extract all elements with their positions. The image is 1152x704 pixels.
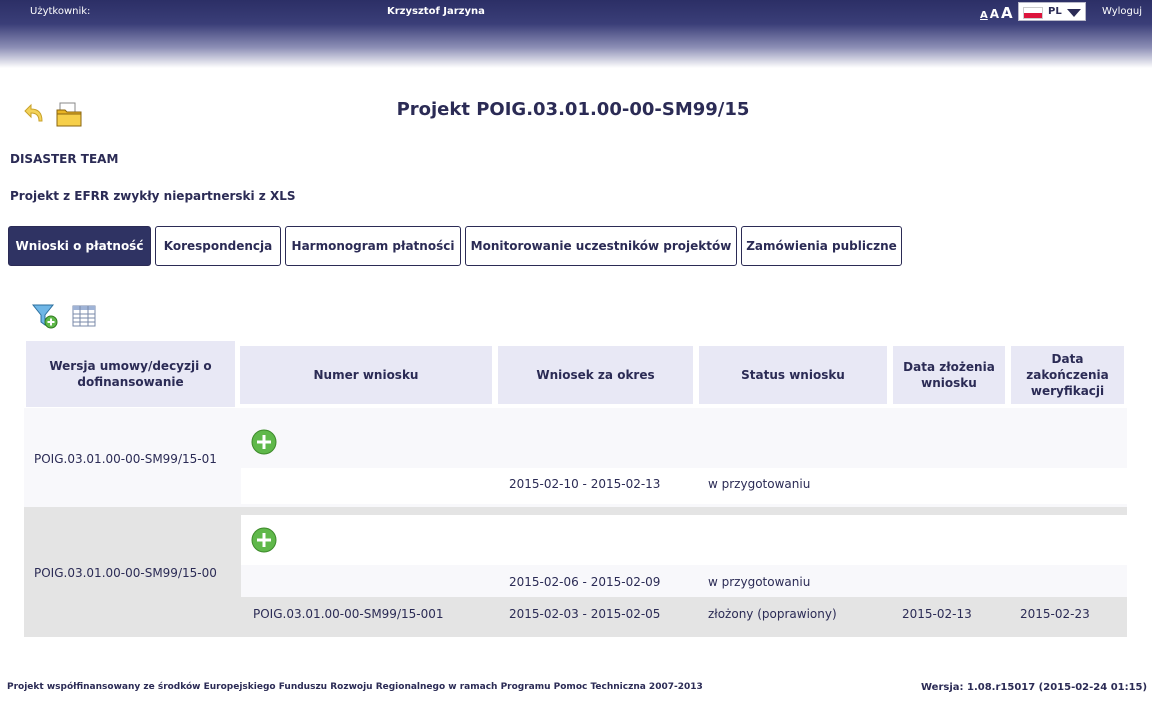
tab-payment-requests[interactable]: Wnioski o płatność (8, 226, 151, 266)
row-period: 2015-02-10 - 2015-02-13 (509, 477, 661, 491)
font-size-switcher: AAA (980, 3, 1015, 22)
table-row (241, 565, 1127, 597)
language-value: PL (1048, 6, 1062, 17)
language-select[interactable]: PL (1018, 2, 1086, 21)
filter-add-icon[interactable] (32, 303, 58, 329)
poland-flag-icon (1023, 7, 1043, 19)
tab-correspondence[interactable]: Korespondencja (155, 226, 281, 266)
column-header-period: Wniosek za okres (498, 346, 693, 404)
group-version: POIG.03.01.00-00-SM99/15-01 (34, 452, 217, 466)
plus-circle-icon[interactable] (251, 429, 277, 455)
table-columns-icon[interactable] (72, 305, 96, 327)
column-header-version: Wersja umowy/decyzji o dofinansowanie (26, 341, 235, 407)
tab-public-procurement[interactable]: Zamówienia publiczne (741, 226, 902, 266)
chevron-down-icon (1067, 9, 1081, 17)
row-number-link[interactable]: POIG.03.01.00-00-SM99/15-001 (253, 607, 444, 621)
font-size-small-button[interactable]: A (980, 10, 988, 21)
column-header-submitted: Data złożenia wniosku (893, 346, 1005, 404)
table-row (241, 468, 1127, 504)
tab-payment-schedule[interactable]: Harmonogram płatności (285, 226, 461, 266)
tab-participant-monitoring[interactable]: Monitorowanie uczestników projektów (465, 226, 737, 266)
row-status: złożony (poprawiony) (708, 607, 837, 621)
group-version: POIG.03.01.00-00-SM99/15-00 (34, 566, 217, 580)
plus-circle-icon[interactable] (251, 527, 277, 553)
user-label: Użytkownik: (30, 6, 91, 17)
font-size-large-button[interactable]: A (1001, 4, 1013, 22)
row-submitted-date: 2015-02-13 (902, 607, 972, 621)
font-size-medium-button[interactable]: A (990, 7, 999, 21)
column-header-verified: Data zakończenia weryfikacji (1011, 346, 1124, 404)
column-header-number: Numer wniosku (240, 346, 492, 404)
row-period: 2015-02-06 - 2015-02-09 (509, 575, 661, 589)
row-verified-date: 2015-02-23 (1020, 607, 1090, 621)
footer-version: Wersja: 1.08.r15017 (2015-02-24 01:15) (921, 682, 1148, 693)
row-period: 2015-02-03 - 2015-02-05 (509, 607, 661, 621)
logout-link[interactable]: Wyloguj (1102, 6, 1142, 17)
user-name: Krzysztof Jarzyna (387, 6, 485, 17)
table-row-add (241, 515, 1127, 565)
organization-name: DISASTER TEAM (10, 152, 119, 166)
footer-funding-note: Projekt współfinansowany ze środków Euro… (7, 682, 703, 692)
top-bar: Użytkownik: Krzysztof Jarzyna AAA PL Wyl… (0, 0, 1152, 68)
project-type: Projekt z EFRR zwykły niepartnerski z XL… (10, 189, 296, 203)
page-title: Projekt POIG.03.01.00-00-SM99/15 (396, 99, 750, 120)
row-status: w przygotowaniu (708, 477, 811, 491)
column-header-status: Status wniosku (699, 346, 887, 404)
row-status: w przygotowaniu (708, 575, 811, 589)
